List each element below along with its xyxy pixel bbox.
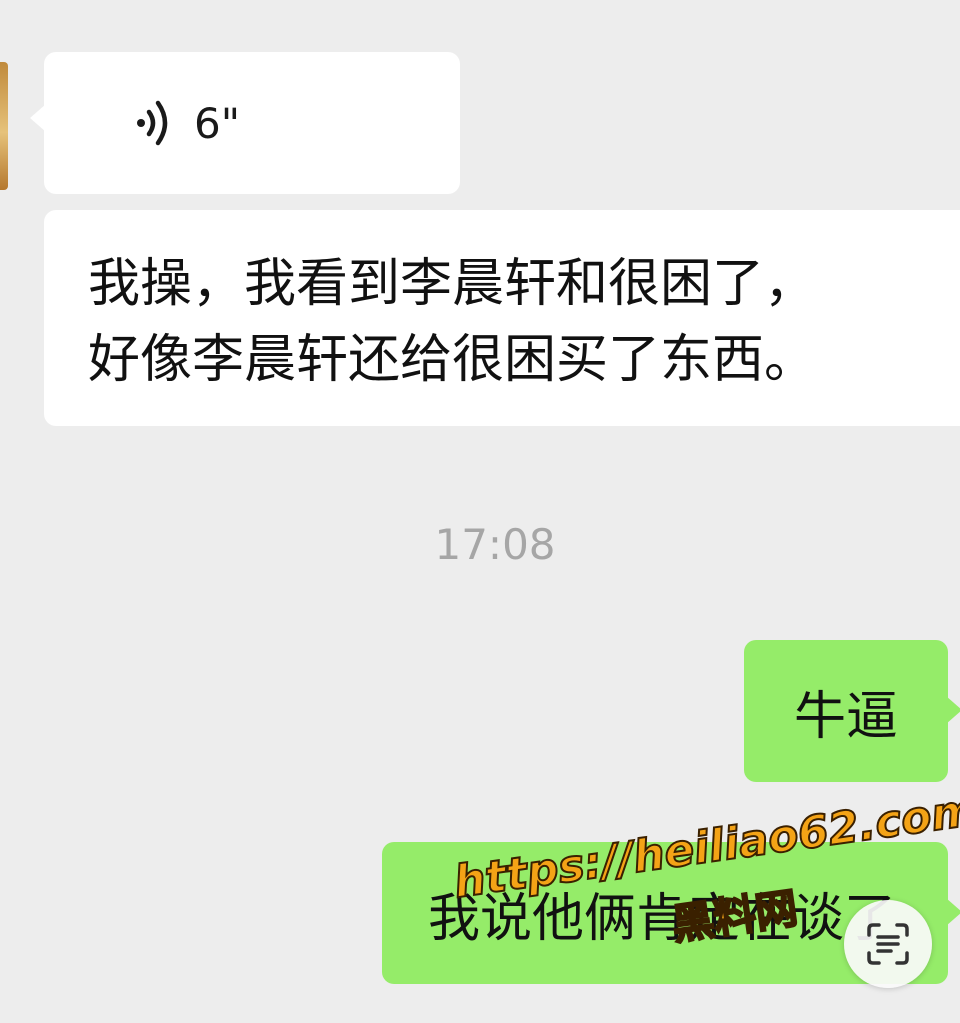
chat-area: 6" 我操，我看到李晨轩和很困了， 好像李晨轩还给很困买了东西。 17:08 牛… [0, 0, 960, 1023]
bubble-tail [30, 104, 46, 132]
text-scan-button[interactable] [844, 900, 932, 988]
voice-duration: 6" [194, 98, 241, 148]
message-text: 我说他俩肯定在谈了 [428, 888, 897, 949]
text-scan-icon [867, 923, 909, 965]
voice-wave-icon [137, 100, 168, 146]
bubble-tail [946, 696, 960, 724]
message-line: 我操，我看到李晨轩和很困了， [88, 254, 817, 314]
incoming-text-bubble[interactable]: 我操，我看到李晨轩和很困了， 好像李晨轩还给很困买了东西。 [44, 210, 960, 426]
voice-message-bubble[interactable]: 6" [30, 52, 460, 194]
outgoing-text-bubble[interactable]: 牛逼 [744, 640, 960, 782]
message-text: 牛逼 [793, 686, 898, 747]
message-line: 好像李晨轩还给很困买了东西。 [88, 330, 817, 390]
message-timestamp: 17:08 [434, 520, 556, 569]
bubble-tail [946, 898, 960, 926]
contact-avatar[interactable] [0, 62, 8, 190]
